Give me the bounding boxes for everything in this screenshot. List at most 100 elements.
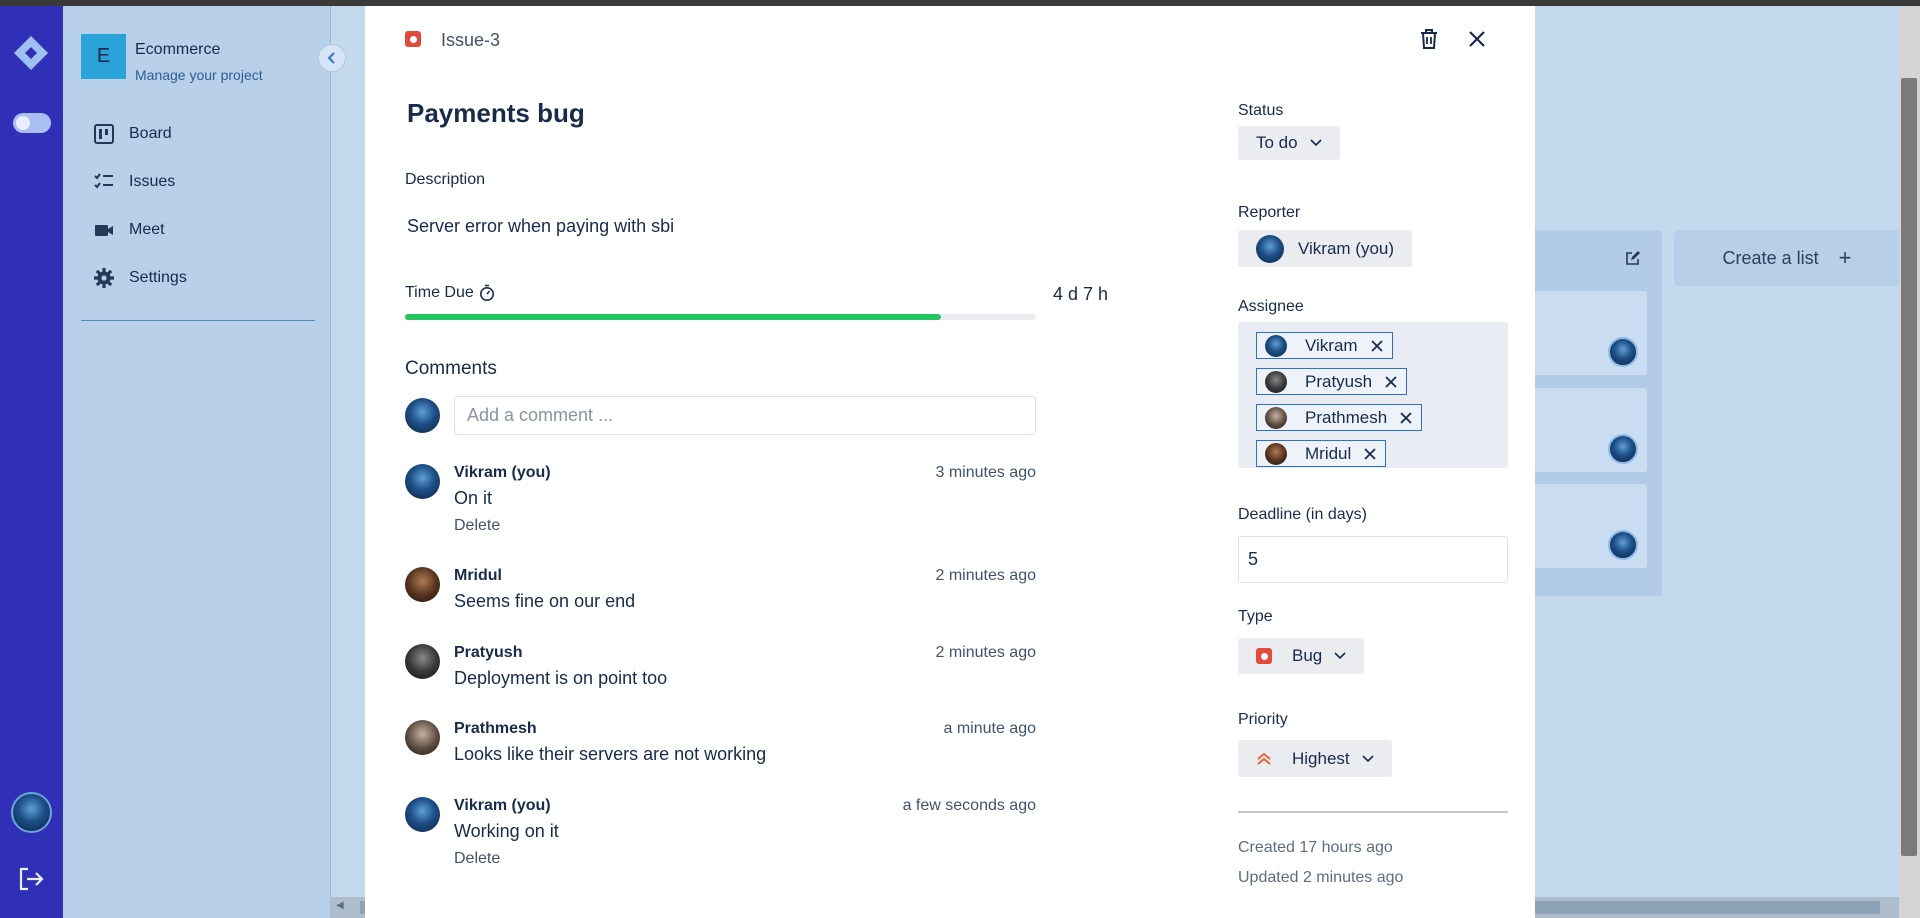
assignee-tag: Vikram (1256, 332, 1393, 359)
reporter-value: Vikram (you) (1298, 238, 1395, 258)
video-icon (95, 225, 113, 236)
deadline-input[interactable] (1238, 536, 1508, 583)
issue-modal: Issue-3 Payments bug Description Server … (365, 6, 1535, 918)
deadline-label: Deadline (in days) (1238, 506, 1367, 523)
comment-author: Vikram (you) (454, 464, 551, 481)
edit-icon[interactable] (1625, 250, 1641, 266)
chevron-down-icon (1362, 754, 1374, 762)
comment-text: Seems fine on our end (454, 591, 636, 611)
details-divider (1238, 811, 1508, 813)
logout-icon[interactable] (16, 864, 46, 894)
avatar (405, 720, 440, 755)
avatar (405, 398, 440, 433)
priority-dropdown[interactable]: Highest (1238, 740, 1392, 777)
plus-icon: + (1838, 245, 1852, 270)
status-dropdown[interactable]: To do (1238, 126, 1340, 160)
type-label: Type (1238, 608, 1273, 625)
comment-author: Vikram (you) (454, 797, 551, 814)
assignee-name: Vikram (1305, 335, 1358, 355)
comment-time: a few seconds ago (902, 797, 1036, 814)
project-subtitle: Manage your project (135, 67, 263, 83)
delete-comment-button[interactable]: Delete (454, 850, 500, 868)
updated-timestamp: Updated 2 minutes ago (1238, 869, 1404, 886)
time-due-value: 4 d 7 h (1052, 284, 1108, 304)
comment-text: Deployment is on point too (454, 668, 668, 688)
assignee-name: Mridul (1305, 443, 1352, 463)
remove-icon[interactable] (1363, 447, 1377, 461)
created-timestamp: Created 17 hours ago (1238, 839, 1393, 856)
sidebar-item-label: Issues (129, 173, 176, 190)
type-value: Bug (1292, 646, 1323, 665)
time-due-label-text: Time Due (405, 284, 474, 301)
stopwatch-icon (479, 284, 494, 301)
description-label: Description (405, 171, 486, 188)
remove-icon[interactable] (1399, 411, 1413, 425)
close-icon[interactable] (1465, 26, 1489, 52)
sidebar-item-meet[interactable]: Meet (93, 217, 165, 243)
assignee-tag: Mridul (1256, 440, 1387, 467)
reporter-label: Reporter (1238, 204, 1301, 221)
avatar (405, 567, 440, 602)
comment-input[interactable] (454, 396, 1036, 435)
comment-text: On it (454, 488, 493, 508)
avatar (1265, 334, 1287, 357)
bug-icon (405, 31, 421, 47)
status-value: To do (1256, 133, 1298, 152)
trash-icon[interactable] (1417, 26, 1441, 52)
comment-time: 2 minutes ago (935, 567, 1036, 584)
chevron-down-icon (1334, 652, 1346, 660)
issue-title[interactable]: Payments bug (407, 98, 585, 129)
left-rail (0, 6, 63, 918)
sidebar-item-settings[interactable]: Settings (93, 265, 187, 291)
reporter-dropdown[interactable]: Vikram (you) (1238, 230, 1413, 267)
scroll-left-arrow-icon[interactable]: ◀ (336, 900, 344, 911)
remove-icon[interactable] (1384, 375, 1398, 389)
avatar (1265, 370, 1287, 393)
chevron-left-icon (327, 52, 335, 64)
avatar (405, 644, 440, 679)
project-sidebar: E Ecommerce Manage your project Board Is… (63, 6, 331, 918)
issues-icon (94, 173, 113, 189)
description-text[interactable]: Server error when paying with sbi (407, 216, 674, 237)
sidebar-item-issues[interactable]: Issues (93, 169, 175, 195)
comment-author: Pratyush (454, 644, 523, 661)
vertical-scrollbar-thumb[interactable] (1901, 78, 1917, 856)
gear-icon (94, 268, 114, 288)
comment-author: Prathmesh (454, 720, 537, 737)
assignee-select[interactable]: Vikram Pratyush Prathmesh Mridul (1238, 322, 1508, 468)
sidebar-item-label: Settings (129, 269, 187, 286)
comment-time: 3 minutes ago (935, 464, 1036, 481)
avatar (1608, 434, 1638, 464)
status-label: Status (1238, 102, 1284, 119)
delete-comment-button[interactable]: Delete (454, 517, 500, 535)
avatar (405, 797, 440, 832)
sidebar-item-board[interactable]: Board (93, 121, 172, 147)
comment-time: 2 minutes ago (935, 644, 1036, 661)
comment-author: Mridul (454, 567, 502, 584)
assignee-tag: Prathmesh (1256, 404, 1423, 431)
avatar (1608, 337, 1638, 367)
priority-highest-icon (1257, 752, 1271, 765)
sidebar-item-label: Meet (129, 221, 165, 238)
remove-icon[interactable] (1370, 339, 1384, 353)
avatar (405, 464, 440, 499)
assignee-tag: Pratyush (1256, 368, 1408, 395)
board-icon (94, 124, 114, 144)
assignee-name: Prathmesh (1305, 407, 1388, 427)
user-avatar[interactable] (11, 792, 52, 833)
project-name: Ecommerce (135, 41, 221, 58)
issue-key: Issue-3 (441, 30, 501, 50)
collapse-sidebar-button[interactable] (318, 44, 346, 72)
chevron-down-icon (1310, 139, 1322, 147)
priority-value: Highest (1292, 748, 1350, 768)
app-logo-icon[interactable] (12, 34, 50, 72)
theme-toggle[interactable] (13, 113, 51, 133)
create-list-button[interactable]: Create a list + (1674, 230, 1900, 286)
time-due-progress-fill (405, 314, 942, 320)
comment-text: Working on it (454, 821, 559, 841)
sidebar-item-label: Board (129, 125, 172, 142)
time-due-label: Time Due (405, 284, 495, 302)
avatar (1608, 530, 1638, 560)
project-avatar: E (81, 34, 126, 79)
type-dropdown[interactable]: Bug (1238, 638, 1365, 674)
